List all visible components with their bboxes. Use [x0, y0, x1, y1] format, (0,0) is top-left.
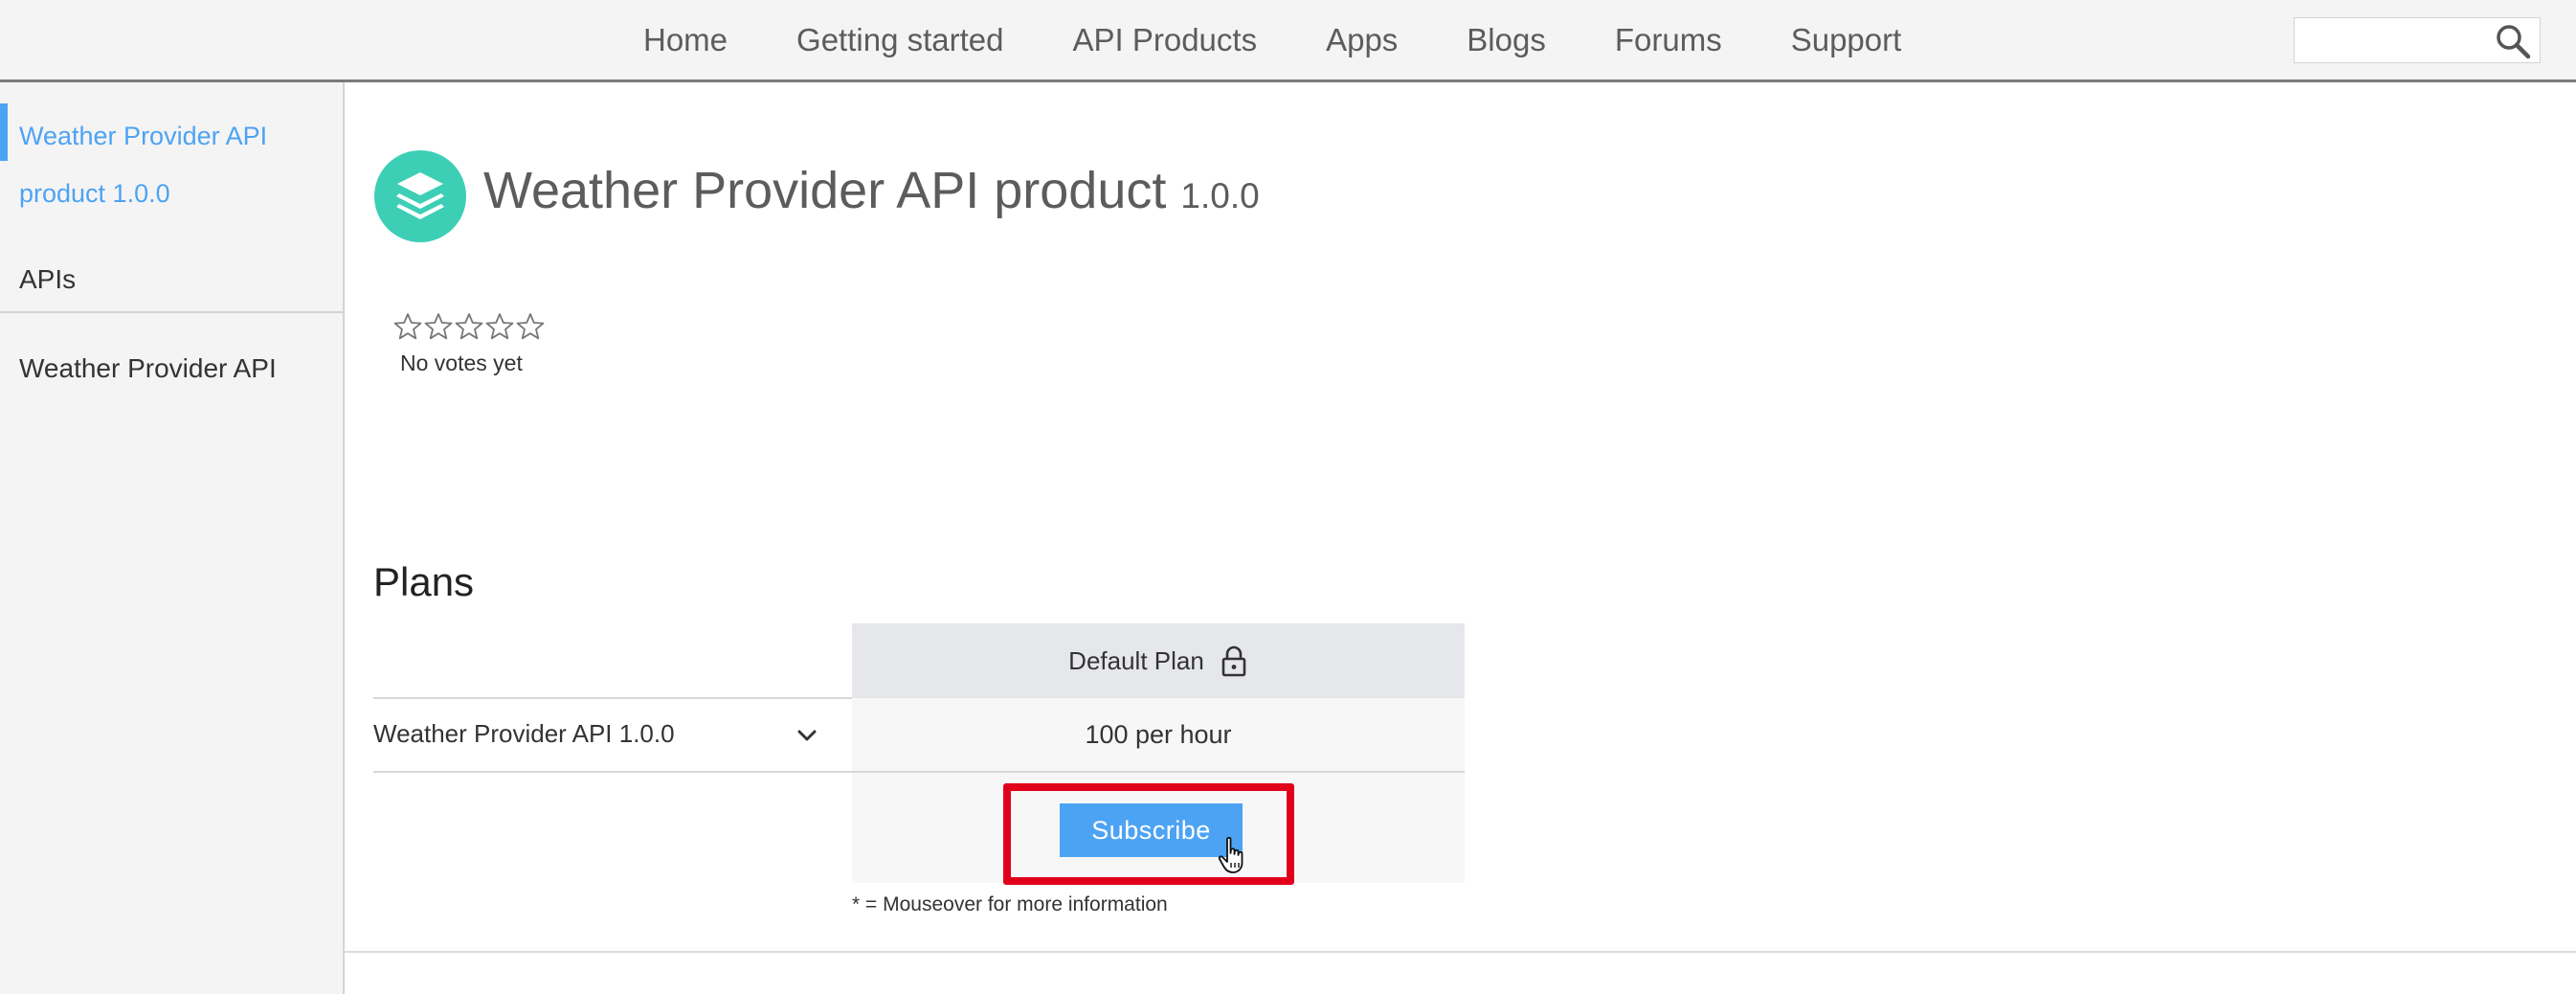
footnote: * = Mouseover for more information	[852, 893, 1168, 915]
product-version: 1.0.0	[1180, 176, 1260, 215]
star-rating	[392, 311, 546, 342]
nav-link-support[interactable]: Support	[1791, 22, 1902, 58]
hand-cursor-icon	[1218, 836, 1243, 873]
search-box	[2294, 17, 2541, 63]
sidebar-item-product[interactable]: Weather Provider API product 1.0.0	[19, 107, 325, 222]
plan-header-cell: Default Plan	[852, 623, 1465, 698]
nav-link-getting-started[interactable]: Getting started	[796, 22, 1003, 58]
sidebar-divider	[0, 311, 343, 313]
star-icon[interactable]	[484, 311, 515, 342]
sidebar-active-indicator	[0, 103, 8, 161]
top-navigation-bar: Home Getting started API Products Apps B…	[0, 0, 2576, 82]
chevron-down-icon[interactable]	[795, 723, 819, 748]
sidebar: Weather Provider API product 1.0.0 APIs …	[0, 82, 345, 994]
content-divider	[345, 951, 2576, 953]
nav-link-apps[interactable]: Apps	[1326, 22, 1398, 58]
page-title: Weather Provider API product 1.0.0	[483, 161, 1260, 220]
sidebar-apis-heading: APIs	[19, 264, 77, 294]
api-row-label: Weather Provider API 1.0.0	[373, 719, 675, 748]
stacked-layers-icon	[374, 150, 466, 242]
plans-heading: Plans	[373, 559, 475, 604]
star-icon[interactable]	[392, 311, 423, 342]
subscribe-button[interactable]: Subscribe	[1060, 803, 1243, 857]
star-icon[interactable]	[454, 311, 484, 342]
plan-name: Default Plan	[1068, 645, 1204, 675]
rate-limit-cell: 100 per hour	[852, 698, 1465, 772]
votes-text: No votes yet	[400, 350, 523, 375]
nav-link-blogs[interactable]: Blogs	[1467, 22, 1546, 58]
star-icon[interactable]	[423, 311, 454, 342]
star-icon[interactable]	[515, 311, 546, 342]
nav-link-forums[interactable]: Forums	[1615, 22, 1722, 58]
sidebar-item-weather-provider-api[interactable]: Weather Provider API	[19, 353, 277, 384]
product-name: Weather Provider API product	[483, 162, 1167, 219]
main-nav: Home Getting started API Products Apps B…	[643, 0, 1901, 79]
nav-link-api-products[interactable]: API Products	[1072, 22, 1257, 58]
search-icon[interactable]	[2494, 22, 2532, 60]
table-divider	[373, 697, 852, 699]
lock-icon	[1221, 645, 1246, 677]
nav-link-home[interactable]: Home	[643, 22, 728, 58]
search-input[interactable]	[2295, 18, 2486, 62]
